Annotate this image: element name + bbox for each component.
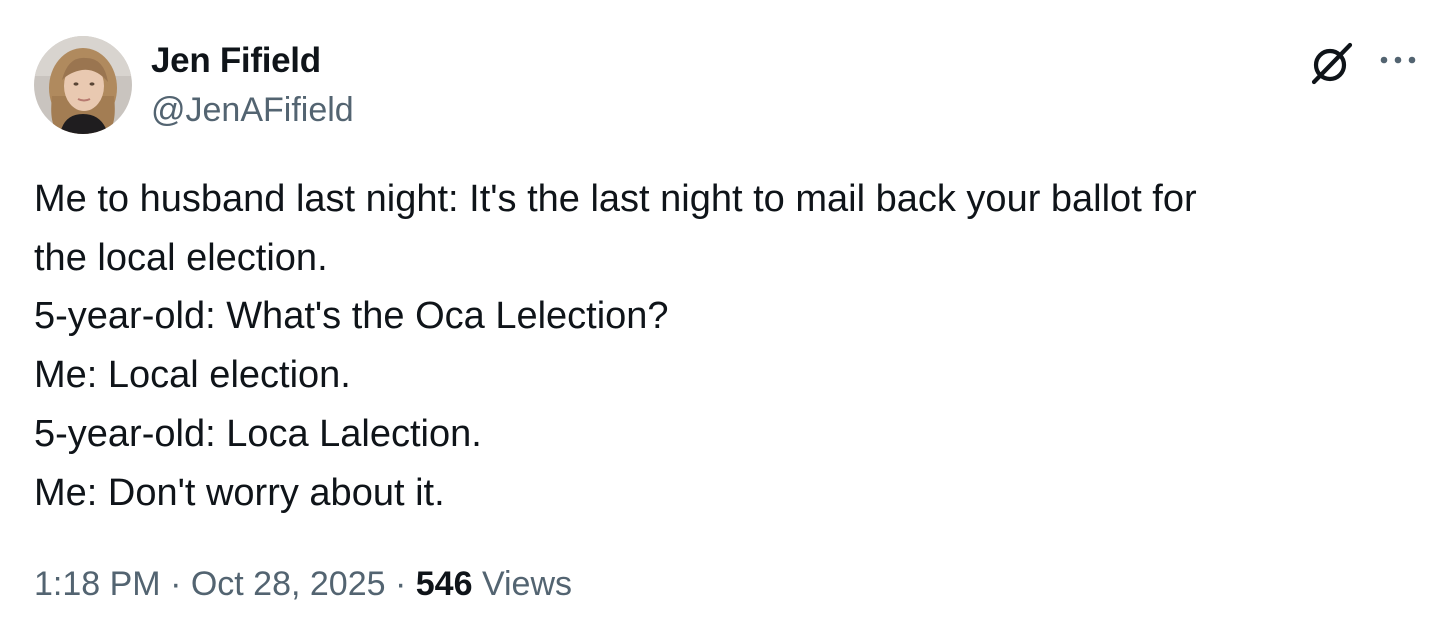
timestamp-time[interactable]: 1:18 PM	[34, 565, 161, 603]
tweet: Jen Fifield @JenAFifield Me to husband l…	[0, 0, 1456, 637]
tweet-line: 5-year-old: What's the Oca Lelection?	[34, 295, 669, 338]
tweet-line: 5-year-old: Loca Lalection.	[34, 412, 482, 455]
views-count[interactable]: 546	[416, 565, 473, 603]
meta-separator: ·	[160, 565, 191, 603]
tweet-line: Me to husband last night: It's the last …	[34, 178, 1197, 220]
tweet-text: Me to husband last night: It's the last …	[34, 170, 1424, 522]
views-label[interactable]: Views	[482, 565, 572, 603]
meta-separator: ·	[385, 565, 416, 603]
avatar-image	[34, 36, 132, 134]
author-handle[interactable]: @JenAFifield	[151, 89, 354, 131]
timestamp-date[interactable]: Oct 28, 2025	[191, 565, 386, 603]
author-name[interactable]: Jen Fifield	[151, 40, 321, 82]
tweet-line: the local election.	[34, 236, 328, 279]
tweet-metadata: 1:18 PM · Oct 28, 2025 · 546 Views	[34, 562, 572, 606]
more-options-icon[interactable]	[1378, 48, 1418, 72]
grok-icon[interactable]	[1307, 38, 1357, 88]
tweet-line: Me: Don't worry about it.	[34, 471, 445, 514]
avatar[interactable]	[34, 36, 132, 134]
tweet-line: Me: Local election.	[34, 354, 351, 397]
